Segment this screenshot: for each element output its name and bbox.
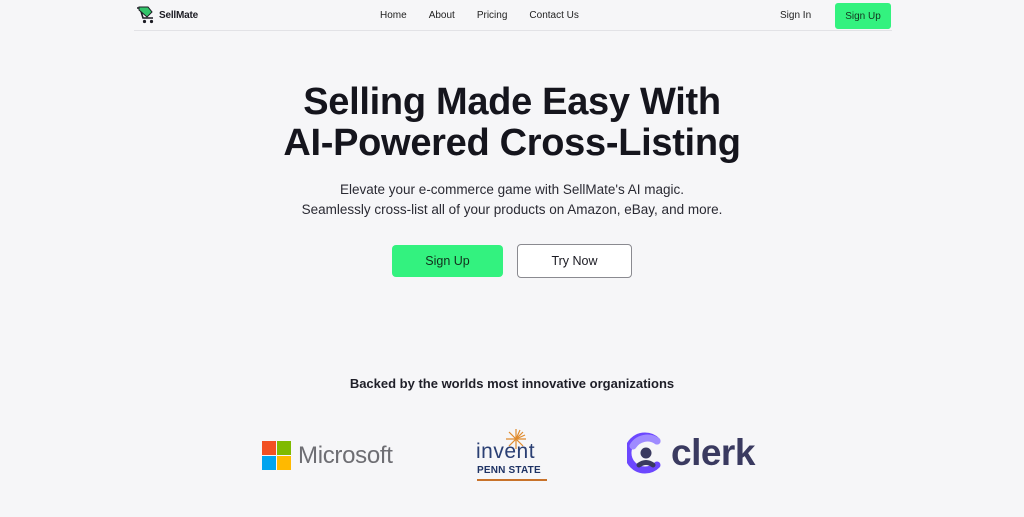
nav-links: Home About Pricing Contact Us [380,10,601,21]
nav-link-about[interactable]: About [429,10,455,21]
sign-in-link[interactable]: Sign In [780,10,811,21]
hero-title-line-1: Selling Made Easy With [303,81,721,123]
nav-sign-up-button[interactable]: Sign Up [835,3,891,29]
invent-wordmark: invent [476,440,536,463]
backer-logos: Microsoft invent PENN STATE clerk [0,420,1024,490]
hero-sign-up-button[interactable]: Sign Up [392,245,503,277]
brand-logo[interactable]: SellMate [136,5,198,25]
clerk-mark-icon [627,432,661,474]
hero-title-line-2: AI-Powered Cross-Listing [283,122,741,164]
microsoft-windows-icon [262,441,291,470]
brand-name: SellMate [159,9,198,21]
nav-link-contact[interactable]: Contact Us [529,10,578,21]
backers-heading: Backed by the worlds most innovative org… [349,376,675,391]
hero-subtitle-line-2: Seamlessly cross-list all of your produc… [301,202,723,217]
invent-penn-state-logo: invent PENN STATE [475,429,549,486]
hero-title: Selling Made Easy With AI-Powered Cross-… [0,82,1024,164]
nav-link-pricing[interactable]: Pricing [477,10,508,21]
clerk-logo: clerk [627,432,755,474]
cart-tag-icon [137,6,154,24]
landing-page: SellMate Home About Pricing Contact Us S… [0,0,1024,517]
penn-state-wordmark: PENN STATE [477,465,541,476]
try-now-button[interactable]: Try Now [517,244,632,278]
hero-subtitle: Elevate your e-commerce game with SellMa… [0,180,1024,220]
microsoft-logo: Microsoft [262,441,393,470]
clerk-wordmark: clerk [671,432,755,473]
microsoft-wordmark: Microsoft [298,441,393,469]
top-navbar: SellMate Home About Pricing Contact Us S… [134,0,892,31]
nav-link-home[interactable]: Home [380,10,407,21]
invent-underline [477,479,547,481]
hero-subtitle-line-1: Elevate your e-commerce game with SellMa… [340,182,684,197]
